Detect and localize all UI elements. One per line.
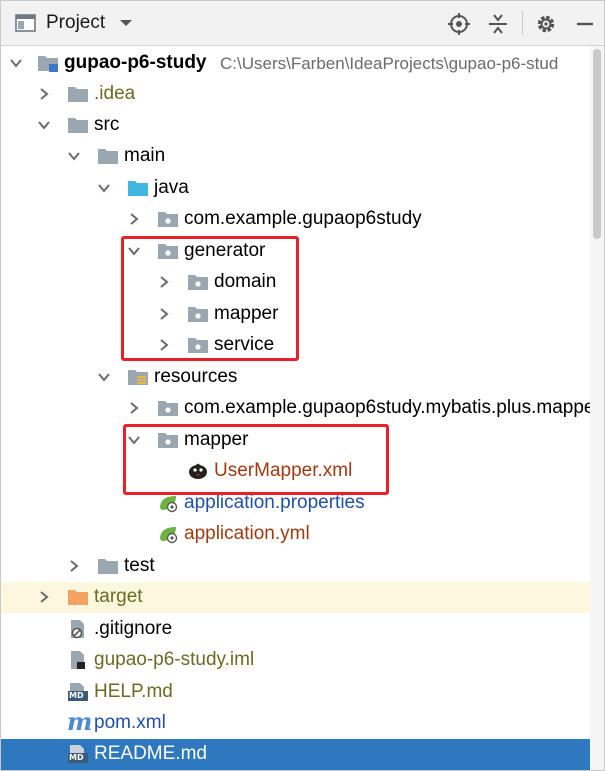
maven-m-glyph: m <box>67 707 93 736</box>
md-badge-text: MD <box>69 753 84 762</box>
view-title[interactable]: Project <box>46 11 105 35</box>
root-project-path: C:\Users\Farben\IdeaProjects\gupao-p6-st… <box>220 54 559 73</box>
chevron-down-icon[interactable] <box>97 181 111 195</box>
target-folder-label: target <box>94 586 143 607</box>
md-badge-text: MD <box>69 691 84 700</box>
resource-package-label: com.example.gupaop6study.mybatis.plus.ma… <box>184 397 595 418</box>
hide-minimize-icon[interactable] <box>573 12 597 36</box>
highlight-box-mapper-xml <box>123 424 389 495</box>
chevron-down-icon[interactable] <box>97 370 111 384</box>
folder-icon <box>97 556 119 576</box>
package-icon <box>157 398 179 418</box>
spring-leaf-icon <box>157 524 179 544</box>
resources-folder-icon <box>127 367 149 387</box>
toolbar-separator <box>522 11 523 35</box>
collapse-all-icon[interactable] <box>486 12 510 36</box>
maven-file-icon: m <box>67 707 92 736</box>
module-folder-icon <box>37 53 59 73</box>
excluded-folder-icon <box>67 587 89 607</box>
test-folder-label: test <box>124 555 155 576</box>
tree-node-application-yml[interactable]: application.yml <box>1 519 590 550</box>
source-folder-icon <box>127 178 149 198</box>
main-folder-label: main <box>124 145 166 166</box>
readme-md-label: README.md <box>94 743 207 764</box>
tree-node-resource-package[interactable]: com.example.gupaop6study.mybatis.plus.ma… <box>1 393 595 424</box>
folder-icon <box>67 84 89 104</box>
chevron-right-icon[interactable] <box>37 590 51 604</box>
chevron-right-icon[interactable] <box>37 87 51 101</box>
chevron-right-icon[interactable] <box>127 401 141 415</box>
chevron-down-icon[interactable] <box>9 56 23 70</box>
tree-node-gitignore[interactable]: .gitignore <box>1 614 590 645</box>
iml-file-label: gupao-p6-study.iml <box>94 649 255 670</box>
chevron-down-icon[interactable] <box>37 118 51 132</box>
project-tool-window: Project gupao-p6-study C:\Users\Farben\I… <box>0 0 605 771</box>
tree-node-test[interactable]: test <box>1 551 590 582</box>
tree-node-main[interactable]: main <box>1 141 590 172</box>
project-tree: gupao-p6-study C:\Users\Farben\IdeaProje… <box>1 46 604 770</box>
highlight-box-generator <box>121 236 299 361</box>
chevron-right-icon[interactable] <box>67 559 81 573</box>
package-example-label: com.example.gupaop6study <box>184 208 422 229</box>
src-folder-label: src <box>94 114 120 135</box>
chevron-down-icon[interactable] <box>67 149 81 163</box>
java-folder-label: java <box>154 177 189 198</box>
tree-node-help-md[interactable]: MD HELP.md <box>1 677 590 708</box>
markdown-file-icon: MD <box>67 744 89 764</box>
folder-icon <box>67 115 89 135</box>
tree-node-src[interactable]: src <box>1 110 590 141</box>
idea-folder-label: .idea <box>94 83 136 104</box>
module-file-icon <box>67 650 89 670</box>
tree-node-package-example[interactable]: com.example.gupaop6study <box>1 204 590 235</box>
tree-node-pom-xml[interactable]: m pom.xml <box>1 707 590 739</box>
project-toolbar: Project <box>1 1 604 46</box>
tree-node-root[interactable]: gupao-p6-study C:\Users\Farben\IdeaProje… <box>1 48 590 79</box>
spring-leaf-icon <box>157 493 179 513</box>
resources-folder-label: resources <box>154 366 238 387</box>
tree-node-resources[interactable]: resources <box>1 362 590 393</box>
tree-node-target[interactable]: target <box>1 582 590 613</box>
markdown-file-icon: MD <box>67 682 89 702</box>
tree-node-java[interactable]: java <box>1 173 590 204</box>
tree-node-idea[interactable]: .idea <box>1 79 590 110</box>
pom-xml-label: pom.xml <box>94 712 166 733</box>
tree-node-readme-md[interactable]: MD README.md <box>1 739 604 770</box>
tree-node-iml[interactable]: gupao-p6-study.iml <box>1 645 590 676</box>
help-md-label: HELP.md <box>94 681 173 702</box>
package-icon <box>157 209 179 229</box>
gitignore-label: .gitignore <box>94 618 173 639</box>
scrollbar-thumb[interactable] <box>593 49 601 239</box>
locate-target-icon[interactable] <box>447 12 471 36</box>
application-yml-label: application.yml <box>184 523 310 544</box>
project-window-icon <box>15 13 37 33</box>
ignored-file-icon <box>67 619 89 639</box>
settings-gear-icon[interactable] <box>534 12 558 36</box>
dropdown-chevron-icon[interactable] <box>117 15 135 31</box>
folder-icon <box>97 146 119 166</box>
root-project-name: gupao-p6-study <box>64 52 207 73</box>
chevron-right-icon[interactable] <box>127 212 141 226</box>
